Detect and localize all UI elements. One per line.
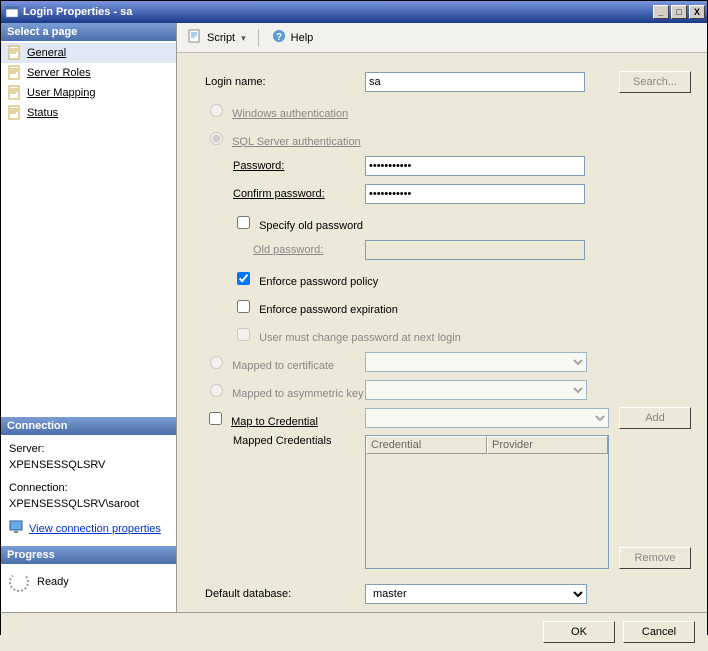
nav-label: General bbox=[27, 47, 66, 59]
nav-item-server-roles[interactable]: Server Roles bbox=[1, 63, 176, 83]
enforce-policy-label: Enforce password policy bbox=[259, 276, 378, 288]
close-button[interactable]: X bbox=[689, 5, 705, 19]
nav-label: Server Roles bbox=[27, 67, 91, 79]
left-panel: Select a page General Server Roles User … bbox=[1, 23, 177, 612]
confirm-password-input[interactable] bbox=[365, 184, 585, 204]
map-credential-label: Map to Credential bbox=[231, 416, 318, 428]
chevron-down-icon bbox=[239, 32, 246, 44]
nav-item-general[interactable]: General bbox=[1, 43, 176, 63]
mapped-cert-radio bbox=[210, 356, 223, 369]
progress-status: Ready bbox=[37, 576, 69, 588]
page-icon bbox=[7, 45, 23, 61]
enforce-policy-checkbox[interactable] bbox=[237, 272, 250, 285]
connection-label: Connection: bbox=[9, 480, 168, 497]
windows-auth-radio bbox=[210, 104, 223, 117]
remove-button[interactable]: Remove bbox=[619, 547, 691, 569]
sql-auth-radio bbox=[210, 132, 223, 145]
server-value: XPENSESSQLSRV bbox=[9, 457, 168, 474]
toolbar-separator bbox=[258, 29, 259, 47]
dialog-footer: OK Cancel bbox=[1, 612, 707, 651]
mapped-credentials-label: Mapped Credentials bbox=[205, 435, 365, 447]
progress-body: Ready bbox=[1, 564, 176, 600]
cancel-button[interactable]: Cancel bbox=[623, 621, 695, 643]
script-button[interactable]: Script bbox=[183, 26, 250, 49]
nav-item-user-mapping[interactable]: User Mapping bbox=[1, 83, 176, 103]
help-icon: ? bbox=[271, 28, 287, 47]
enforce-expiration-label: Enforce password expiration bbox=[259, 304, 398, 316]
form-area: Login name: Search... Windows authentica… bbox=[177, 53, 707, 612]
enforce-expiration-checkbox[interactable] bbox=[237, 300, 250, 313]
server-label: Server: bbox=[9, 441, 168, 458]
search-button[interactable]: Search... bbox=[619, 71, 691, 93]
page-icon bbox=[7, 105, 23, 121]
mapped-asym-radio bbox=[210, 384, 223, 397]
sql-auth-label: SQL Server authentication bbox=[232, 136, 361, 148]
mapped-asym-label: Mapped to asymmetric key bbox=[232, 388, 363, 400]
progress-spinner-icon bbox=[9, 572, 29, 592]
specify-old-label: Specify old password bbox=[259, 220, 363, 232]
map-credential-combo bbox=[365, 408, 609, 428]
monitor-icon bbox=[9, 519, 25, 541]
mapped-cert-combo bbox=[365, 352, 587, 372]
svg-text:?: ? bbox=[276, 32, 282, 43]
specify-old-row: Specify old password bbox=[205, 213, 363, 232]
right-panel: Script ? Help Login name: Search... Wind… bbox=[177, 23, 707, 612]
page-nav: General Server Roles User Mapping Status bbox=[1, 41, 176, 125]
toolbar: Script ? Help bbox=[177, 23, 707, 53]
grid-col-credential: Credential bbox=[366, 436, 487, 454]
old-password-label: Old password: bbox=[205, 244, 365, 256]
nav-label: Status bbox=[27, 107, 58, 119]
login-name-input[interactable] bbox=[365, 72, 585, 92]
grid-col-provider: Provider bbox=[487, 436, 608, 454]
confirm-password-label: Confirm password: bbox=[205, 188, 365, 200]
maximize-button[interactable]: □ bbox=[671, 5, 687, 19]
titlebar: Login Properties - sa _ □ X bbox=[1, 1, 707, 23]
map-credential-checkbox[interactable] bbox=[209, 412, 222, 425]
connection-body: Server: XPENSESSQLSRV Connection: XPENSE… bbox=[1, 435, 176, 547]
select-page-header: Select a page bbox=[1, 23, 176, 41]
password-input[interactable] bbox=[365, 156, 585, 176]
windows-auth-label: Windows authentication bbox=[232, 108, 348, 120]
login-name-label: Login name: bbox=[205, 76, 365, 88]
mapped-asym-combo bbox=[365, 380, 587, 400]
old-password-input bbox=[365, 240, 585, 260]
minimize-button[interactable]: _ bbox=[653, 5, 669, 19]
progress-header: Progress bbox=[1, 546, 176, 564]
nav-label: User Mapping bbox=[27, 87, 95, 99]
help-button[interactable]: ? Help bbox=[267, 26, 318, 49]
page-icon bbox=[7, 85, 23, 101]
page-icon bbox=[7, 65, 23, 81]
window-title: Login Properties - sa bbox=[23, 6, 651, 18]
script-icon bbox=[187, 28, 203, 47]
add-button[interactable]: Add bbox=[619, 407, 691, 429]
specify-old-password-checkbox[interactable] bbox=[237, 216, 250, 229]
mapped-credentials-grid: Credential Provider bbox=[365, 435, 609, 569]
help-label: Help bbox=[291, 32, 314, 44]
connection-value: XPENSESSQLSRV\saroot bbox=[9, 496, 168, 513]
windows-auth-radio-row: Windows authentication bbox=[205, 101, 348, 120]
app-icon bbox=[5, 5, 19, 19]
nav-item-status[interactable]: Status bbox=[1, 103, 176, 123]
connection-header: Connection bbox=[1, 417, 176, 435]
script-label: Script bbox=[207, 32, 235, 44]
default-database-label: Default database: bbox=[205, 588, 365, 600]
ok-button[interactable]: OK bbox=[543, 621, 615, 643]
default-database-combo[interactable]: master bbox=[365, 584, 587, 604]
password-label: Password: bbox=[205, 160, 365, 172]
sql-auth-radio-row: SQL Server authentication bbox=[205, 129, 361, 148]
view-connection-properties-link[interactable]: View connection properties bbox=[29, 521, 161, 538]
must-change-checkbox bbox=[237, 328, 250, 341]
mapped-cert-label: Mapped to certificate bbox=[232, 360, 334, 372]
must-change-label: User must change password at next login bbox=[259, 332, 461, 344]
